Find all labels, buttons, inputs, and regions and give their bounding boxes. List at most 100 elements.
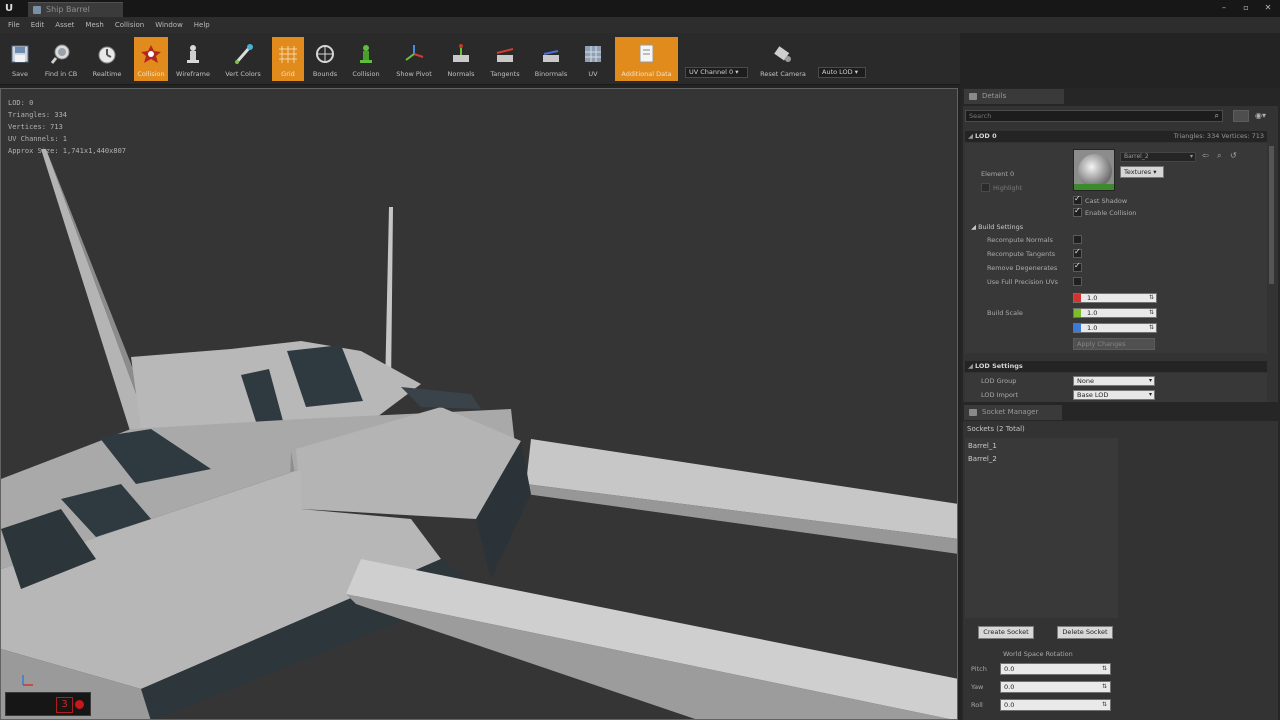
material-thumbnail[interactable]	[1073, 149, 1115, 191]
tab-socket-manager[interactable]: Socket Manager	[964, 405, 1062, 420]
grid-label: Grid	[281, 70, 295, 78]
details-icon	[969, 93, 977, 100]
build-settings-header[interactable]: ◢ Build Settings	[971, 223, 1023, 231]
build-scale-x-field[interactable]: 1.0 ⇅	[1073, 293, 1157, 303]
reset-icon[interactable]: ↺	[1230, 151, 1237, 160]
build-scale-y-field[interactable]: 1.0 ⇅	[1073, 308, 1157, 318]
build-scale-z-field[interactable]: 1.0 ⇅	[1073, 323, 1157, 333]
search-icon: ⌕	[1214, 111, 1219, 120]
find-in-cb-button[interactable]: Find in CB	[38, 37, 84, 81]
realtime-label: Realtime	[92, 70, 122, 78]
menu-window[interactable]: Window	[155, 21, 183, 29]
apply-changes-button[interactable]: Apply Changes	[1073, 338, 1155, 350]
menu-file[interactable]: File	[8, 21, 20, 29]
save-button[interactable]: Save	[6, 37, 34, 81]
enable-collision-label: Enable Collision	[1085, 209, 1137, 217]
details-search-input[interactable]: Search ⌕	[965, 110, 1223, 122]
lod-import-label: LOD Import	[981, 391, 1019, 399]
delete-socket-button[interactable]: Delete Socket	[1057, 626, 1113, 639]
full-precision-uvs-checkbox[interactable]	[1073, 277, 1082, 286]
tangents-button[interactable]: Tangents	[485, 37, 525, 81]
wireframe-icon	[182, 43, 204, 65]
show-pivot-button[interactable]: Show Pivot	[391, 37, 437, 81]
details-scrollbar[interactable]	[1269, 146, 1274, 284]
menu-help[interactable]: Help	[194, 21, 210, 29]
spin-arrows-icon: ⇅	[1101, 683, 1107, 690]
socket-icon	[969, 409, 977, 416]
bounds-button[interactable]: Bounds	[309, 37, 341, 81]
recorder-widget[interactable]: 3	[5, 692, 91, 716]
binormals-icon	[540, 43, 562, 65]
reset-camera-button[interactable]: Reset Camera	[754, 37, 812, 81]
simple-collision-button[interactable]: Collision	[347, 37, 385, 81]
menu-mesh[interactable]: Mesh	[85, 21, 103, 29]
yaw-field[interactable]: 0.0 ⇅	[1000, 681, 1111, 693]
lod-import-value: Base LOD	[1077, 391, 1109, 399]
collision-toggle-button[interactable]: Collision	[134, 37, 168, 81]
additional-data-button[interactable]: Additional Data	[615, 37, 678, 81]
use-selected-icon[interactable]: ⇦	[1202, 151, 1209, 160]
sockets-count: Sockets (2 Total)	[967, 425, 1025, 433]
socket-manager-panel: Sockets (2 Total) Barrel_1 Barrel_2 Crea…	[963, 421, 1278, 720]
stat-vertices: Vertices: 713	[8, 123, 63, 131]
normals-button[interactable]: Normals	[442, 37, 480, 81]
vert-colors-button[interactable]: Vert Colors	[219, 37, 267, 81]
close-icon[interactable]: ✕	[1264, 3, 1272, 12]
wireframe-button[interactable]: Wireframe	[173, 37, 213, 81]
build-scale-y-value: 1.0	[1087, 309, 1098, 317]
lod-0-body: Element 0 Highlight Barrel_2 ▾ ⇦ ⌕ ↺ Tex…	[965, 143, 1267, 353]
roll-field[interactable]: 0.0 ⇅	[1000, 699, 1111, 711]
binormals-button[interactable]: Binormals	[530, 37, 572, 81]
mesh-viewport[interactable]: LOD: 0 Triangles: 334 Vertices: 713 UV C…	[0, 88, 958, 720]
tab-details[interactable]: Details	[964, 89, 1064, 104]
record-icon[interactable]	[75, 700, 84, 709]
lod-0-section-header[interactable]: ◢ LOD 0 Triangles: 334 Vertices: 713	[965, 131, 1267, 142]
create-socket-button[interactable]: Create Socket	[978, 626, 1034, 639]
realtime-button[interactable]: Realtime	[88, 37, 126, 81]
stat-lod: LOD: 0	[8, 99, 34, 107]
minimize-icon[interactable]: –	[1220, 3, 1228, 12]
menu-collision[interactable]: Collision	[115, 21, 144, 29]
highlight-checkbox[interactable]	[981, 183, 990, 192]
textures-dropdown[interactable]: Textures ▾	[1120, 166, 1164, 178]
uv-button[interactable]: UV	[578, 37, 608, 81]
roll-label: Roll	[971, 701, 983, 709]
additional-data-label: Additional Data	[621, 70, 672, 78]
lod-settings-title: LOD Settings	[975, 362, 1023, 370]
material-selector[interactable]: Barrel_2 ▾	[1120, 152, 1196, 162]
grid-button[interactable]: Grid	[272, 37, 304, 81]
uv-channel-dropdown[interactable]: UV Channel 0 ▾	[685, 67, 748, 78]
apply-changes-label: Apply Changes	[1077, 340, 1126, 348]
save-icon	[9, 43, 31, 65]
unreal-logo-icon[interactable]: U	[2, 2, 16, 15]
axis-x-marker	[1074, 294, 1081, 302]
chevron-down-icon: ▾	[1148, 391, 1152, 398]
socket-list[interactable]: Barrel_1 Barrel_2	[965, 438, 1118, 618]
browse-icon[interactable]: ⌕	[1217, 151, 1221, 161]
cast-shadow-label: Cast Shadow	[1085, 197, 1128, 205]
view-options-button[interactable]	[1233, 110, 1249, 122]
menu-asset[interactable]: Asset	[55, 21, 74, 29]
lod-group-dropdown[interactable]: None ▾	[1073, 376, 1155, 386]
find-in-cb-label: Find in CB	[44, 70, 78, 78]
pitch-field[interactable]: 0.0 ⇅	[1000, 663, 1111, 675]
document-tab[interactable]: Ship Barrel	[28, 2, 123, 17]
enable-collision-checkbox[interactable]	[1073, 206, 1082, 217]
collision-toggle-label: Collision	[137, 70, 165, 78]
lod-import-dropdown[interactable]: Base LOD ▾	[1073, 390, 1155, 400]
recompute-tangents-checkbox[interactable]	[1073, 247, 1082, 258]
eye-icon[interactable]: ◉▾	[1255, 111, 1266, 120]
recompute-normals-checkbox[interactable]	[1073, 235, 1082, 244]
remove-degenerates-checkbox[interactable]	[1073, 261, 1082, 272]
menu-edit[interactable]: Edit	[31, 21, 45, 29]
spin-arrows-icon: ⇅	[1101, 665, 1107, 672]
auto-lod-dropdown[interactable]: Auto LOD ▾	[818, 67, 866, 78]
socket-manager-tab-label: Socket Manager	[982, 408, 1039, 416]
lod-settings-section-header[interactable]: ◢ LOD Settings	[965, 361, 1267, 372]
restore-icon[interactable]: ▫	[1242, 3, 1250, 12]
realtime-icon	[96, 43, 118, 65]
cast-shadow-checkbox[interactable]	[1073, 194, 1082, 205]
static-mesh-icon	[33, 6, 41, 14]
socket-item[interactable]: Barrel_2	[968, 455, 997, 463]
socket-item[interactable]: Barrel_1	[968, 442, 997, 450]
